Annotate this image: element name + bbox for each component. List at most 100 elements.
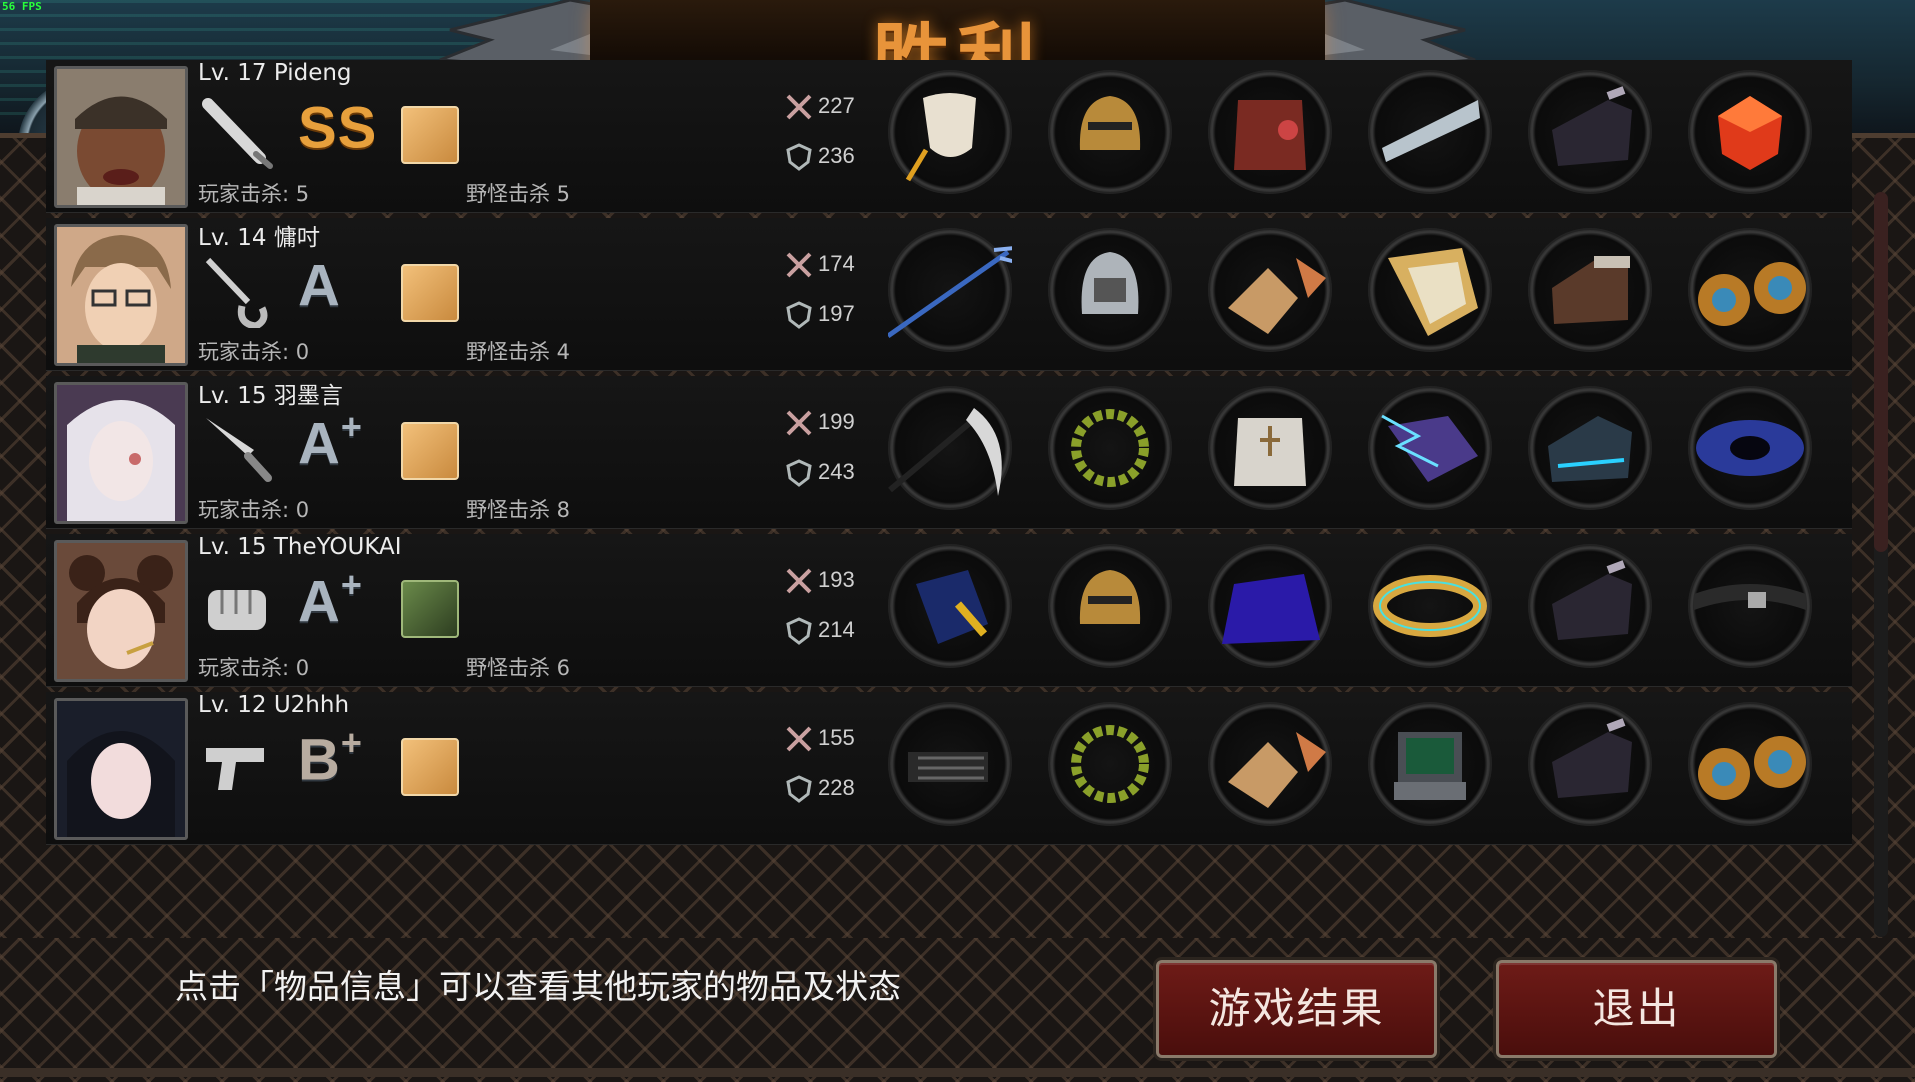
game-result-button[interactable]: 游戏结果 bbox=[1156, 960, 1437, 1058]
defense-stat: 236 bbox=[784, 142, 855, 172]
scale-gauntlet-icon[interactable] bbox=[1208, 702, 1332, 826]
black-scythe-icon[interactable] bbox=[888, 386, 1012, 510]
crossed-swords-icon bbox=[786, 410, 812, 436]
defense-stat: 214 bbox=[784, 616, 855, 646]
player-row[interactable]: Lv. 14 慵吋 A 玩家击杀: 0 野怪击杀 4 174 197 bbox=[46, 218, 1852, 371]
player-grade: A bbox=[298, 253, 341, 319]
crossed-swords-icon bbox=[786, 568, 812, 594]
steel-arm-guard-icon[interactable] bbox=[1368, 70, 1492, 194]
white-cloak-icon[interactable] bbox=[888, 70, 1012, 194]
sapphire-earrings-icon[interactable] bbox=[1688, 702, 1812, 826]
blue-glove-icon[interactable] bbox=[888, 544, 1012, 668]
player-row[interactable]: Lv. 17 Pideng SS 玩家击杀: 5 野怪击杀 5 227 236 bbox=[46, 60, 1852, 213]
monster-kills: 野怪击杀 6 bbox=[466, 656, 571, 680]
avatar-portrait-icon bbox=[57, 385, 185, 521]
pistol-icon bbox=[206, 748, 264, 790]
bottom-border bbox=[0, 1068, 1915, 1077]
avatar-portrait-icon bbox=[57, 543, 185, 679]
red-armor-icon[interactable] bbox=[1208, 70, 1332, 194]
fps-counter: 56 FPS bbox=[2, 0, 42, 13]
fist-icon bbox=[208, 590, 266, 630]
shield-icon bbox=[786, 617, 812, 645]
shield-icon bbox=[786, 459, 812, 487]
defense-stat: 197 bbox=[784, 300, 855, 330]
attack-stat: 193 bbox=[784, 566, 855, 596]
player-avatar[interactable] bbox=[54, 698, 188, 840]
attack-stat: 199 bbox=[784, 408, 855, 438]
red-dice-icon[interactable] bbox=[1688, 70, 1812, 194]
player-avatar[interactable] bbox=[54, 66, 188, 208]
player-avatar[interactable] bbox=[54, 382, 188, 524]
bat-icon bbox=[202, 98, 273, 169]
white-plate-armor-icon[interactable] bbox=[1208, 386, 1332, 510]
gold-helmet-icon[interactable] bbox=[1048, 544, 1172, 668]
player-level-name: Lv. 15 羽墨言 bbox=[198, 383, 343, 409]
scrollbar-thumb[interactable] bbox=[1874, 192, 1888, 552]
exit-button[interactable]: 退出 bbox=[1496, 960, 1777, 1058]
player-kills: 玩家击杀: 0 bbox=[198, 656, 310, 680]
laurel-wreath-icon[interactable] bbox=[1048, 702, 1172, 826]
player-row[interactable]: Lv. 12 U2hhh B+ 155 228 bbox=[46, 692, 1852, 845]
purple-robe-icon[interactable] bbox=[1208, 544, 1332, 668]
player-level-name: Lv. 12 U2hhh bbox=[198, 692, 350, 718]
avatar-portrait-icon bbox=[57, 227, 185, 363]
defense-stat: 243 bbox=[784, 458, 855, 488]
player-grade: A+ bbox=[298, 564, 363, 635]
monster-kills: 野怪击杀 4 bbox=[466, 340, 571, 364]
dark-boots-icon[interactable] bbox=[1528, 70, 1652, 194]
shield-icon bbox=[786, 301, 812, 329]
avatar-portrait-icon bbox=[57, 69, 185, 205]
brown-boots-icon[interactable] bbox=[1528, 228, 1652, 352]
attack-stat: 155 bbox=[784, 724, 855, 754]
gold-bracelet-icon[interactable] bbox=[1368, 544, 1492, 668]
supply-box-icon[interactable] bbox=[401, 264, 459, 322]
shield-icon bbox=[786, 143, 812, 171]
player-kills: 玩家击杀: 0 bbox=[198, 340, 310, 364]
supply-box-icon[interactable] bbox=[401, 738, 459, 796]
supply-box-icon[interactable] bbox=[401, 106, 459, 164]
player-list[interactable]: Lv. 17 Pideng SS 玩家击杀: 5 野怪击杀 5 227 236 bbox=[40, 60, 1860, 940]
player-grade: B+ bbox=[298, 722, 363, 793]
dark-boots-icon[interactable] bbox=[1528, 544, 1652, 668]
hint-text: 点击「物品信息」可以查看其他玩家的物品及状态 bbox=[175, 967, 901, 1006]
galaxy-ring-icon[interactable] bbox=[1688, 386, 1812, 510]
curved-blade-icon bbox=[205, 257, 268, 328]
laurel-wreath-icon[interactable] bbox=[1048, 386, 1172, 510]
scale-gauntlet-icon[interactable] bbox=[1208, 228, 1332, 352]
minigun-icon[interactable] bbox=[888, 702, 1012, 826]
knife-icon bbox=[206, 418, 272, 482]
player-avatar[interactable] bbox=[54, 540, 188, 682]
sapphire-earrings-icon[interactable] bbox=[1688, 228, 1812, 352]
player-grade: A+ bbox=[298, 406, 363, 477]
avatar-portrait-icon bbox=[57, 701, 185, 837]
player-level-name: Lv. 14 慵吋 bbox=[198, 225, 320, 251]
monster-kills: 野怪击杀 5 bbox=[466, 182, 571, 206]
player-avatar[interactable] bbox=[54, 224, 188, 366]
crossed-swords-icon bbox=[786, 252, 812, 278]
player-row[interactable]: Lv. 15 TheYOUKAI A+ 玩家击杀: 0 野怪击杀 6 193 2… bbox=[46, 534, 1852, 687]
gold-shield-icon[interactable] bbox=[1368, 228, 1492, 352]
player-level-name: Lv. 17 Pideng bbox=[198, 60, 352, 86]
player-level-name: Lv. 15 TheYOUKAI bbox=[198, 534, 402, 560]
defense-stat: 228 bbox=[784, 774, 855, 804]
radar-device-icon[interactable] bbox=[1368, 702, 1492, 826]
gold-helmet-icon[interactable] bbox=[1048, 70, 1172, 194]
dark-boots-icon[interactable] bbox=[1528, 702, 1652, 826]
black-belt-icon[interactable] bbox=[1688, 544, 1812, 668]
tech-boots-icon[interactable] bbox=[1528, 386, 1652, 510]
monster-kills: 野怪击杀 8 bbox=[466, 498, 571, 522]
attack-stat: 174 bbox=[784, 250, 855, 280]
lightning-gauntlet-icon[interactable] bbox=[1368, 386, 1492, 510]
character-card-icon[interactable] bbox=[401, 580, 459, 638]
player-kills: 玩家击杀: 5 bbox=[198, 182, 310, 206]
player-kills: 玩家击杀: 0 bbox=[198, 498, 310, 522]
silver-helmet-icon[interactable] bbox=[1048, 228, 1172, 352]
crossed-swords-icon bbox=[786, 726, 812, 752]
player-grade: SS bbox=[298, 95, 378, 161]
crossed-swords-icon bbox=[786, 94, 812, 120]
shield-icon bbox=[786, 775, 812, 803]
supply-box-icon[interactable] bbox=[401, 422, 459, 480]
attack-stat: 227 bbox=[784, 92, 855, 122]
player-row[interactable]: Lv. 15 羽墨言 A+ 玩家击杀: 0 野怪击杀 8 199 243 bbox=[46, 376, 1852, 529]
blue-trident-icon[interactable] bbox=[888, 228, 1012, 352]
